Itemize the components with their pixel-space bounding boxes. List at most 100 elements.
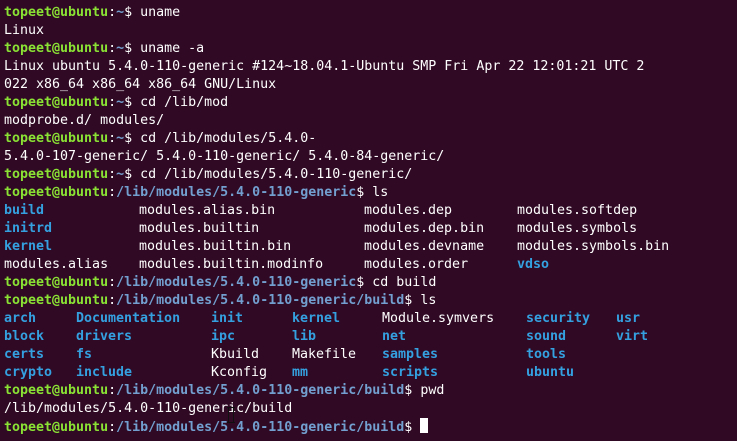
prompt-line: topeet@ubuntu:/lib/modules/5.4.0-110-gen… [4,418,737,436]
prompt-colon: : [108,95,117,110]
ls-row: modules.alias modules.builtin.modinfo modu… [4,256,737,274]
ls-directory-entry: tools [526,347,567,362]
ls-file-entry: modules.softdep [517,203,638,218]
ls-directory-entry [616,364,706,382]
prompt-line: topeet@ubuntu:~$ uname -a [4,40,737,58]
ls-file-entry: Module.symvers [382,311,495,326]
command-text: uname -a [140,41,205,56]
prompt-user-host: topeet@ubuntu [4,95,109,110]
ls-file-entry: Makefile [292,347,357,362]
ls-directory-entry: vdso [517,257,550,272]
ls-file-entry: modules.order [364,257,469,272]
ls-directory-entry: net [382,329,407,344]
output-line: 5.4.0-107-generic/ 5.4.0-110-generic/ 5.… [4,148,737,166]
prompt-line: topeet@ubuntu:/lib/modules/5.4.0-110-gen… [4,382,737,400]
command-text: pwd [420,383,445,398]
ls-directory-entry: initrd [4,221,53,236]
prompt-user-host: topeet@ubuntu [4,383,109,398]
prompt-dollar: $ [124,41,141,56]
prompt-line: topeet@ubuntu:/lib/modules/5.4.0-110-gen… [4,184,737,202]
ls-file-entry: modules.devname [364,239,485,254]
prompt-path: /lib/modules/5.4.0-110-generic/build [116,383,405,398]
output-text: Linux [4,23,45,38]
prompt-dollar: $ [404,383,421,398]
prompt-colon: : [108,5,117,20]
ls-file-entry: modules.alias [4,257,109,272]
ls-directory-entry: usr [616,311,641,326]
output-text: Linux ubuntu 5.4.0-110-generic #124~18.0… [4,59,645,74]
prompt-user-host: topeet@ubuntu [4,420,109,435]
prompt-colon: : [108,167,117,182]
prompt-colon: : [108,41,117,56]
ls-directory-entry: sound [526,329,567,344]
prompt-path: /lib/modules/5.4.0-110-generic/build [116,293,405,308]
command-text: cd /lib/modules/5.4.0-110-generic/ [140,167,413,182]
output-line: /lib/modules/5.4.0-110-generic/build [4,400,737,418]
output-line: Linux ubuntu 5.4.0-110-generic #124~18.0… [4,58,737,76]
prompt-line: topeet@ubuntu:~$ cd /lib/mod [4,94,737,112]
output-text: 5.4.0-107-generic/ 5.4.0-110-generic/ 5.… [4,149,445,164]
prompt-line: topeet@ubuntu:~$ uname [4,4,737,22]
prompt-user-host: topeet@ubuntu [4,167,109,182]
command-text: uname [140,5,181,20]
ls-directory-entry: certs [4,347,45,362]
mouse-ibeam-cursor [227,407,235,423]
ls-file-entry: Kbuild [211,347,260,362]
prompt-colon: : [108,420,117,435]
prompt-user-host: topeet@ubuntu [4,293,109,308]
prompt-path: ~ [116,167,125,182]
ls-file-entry: modules.symbols.bin [517,239,670,254]
prompt-colon: : [108,275,117,290]
ls-file-entry: modules.builtin [139,221,260,236]
prompt-line: topeet@ubuntu:/lib/modules/5.4.0-110-gen… [4,274,737,292]
prompt-path: ~ [116,131,125,146]
prompt-dollar: $ [124,167,141,182]
prompt-line: topeet@ubuntu:~$ cd /lib/modules/5.4.0- [4,130,737,148]
ls-directory-entry: Documentation [76,311,181,326]
ls-file-entry: Kconfig [211,365,268,380]
prompt-line: topeet@ubuntu:/lib/modules/5.4.0-110-gen… [4,292,737,310]
prompt-path: /lib/modules/5.4.0-110-generic [116,275,357,290]
command-text: ls [372,185,389,200]
ls-directory-entry: kernel [292,311,341,326]
output-line: 022 x86_64 x86_64 x86_64 GNU/Linux [4,76,737,94]
prompt-colon: : [108,131,117,146]
ls-directory-entry: mm [292,365,309,380]
ls-directory-entry: ubuntu [526,365,575,380]
ls-directory-entry: samples [382,347,439,362]
ls-file-entry: modules.symbols [517,221,638,236]
prompt-dollar: $ [404,293,421,308]
prompt-line: topeet@ubuntu:~$ cd /lib/modules/5.4.0-1… [4,166,737,184]
ls-directory-entry [616,346,706,364]
terminal-window[interactable]: topeet@ubuntu:~$ uname Linux topeet@ubuntu… [0,0,737,441]
ls-directory-entry: lib [292,329,317,344]
output-text: modprobe.d/ modules/ [4,113,165,128]
text-cursor [420,418,429,433]
ls-directory-entry: build [4,203,45,218]
prompt-dollar: $ [124,95,141,110]
command-text: ls [420,293,437,308]
prompt-path: /lib/modules/5.4.0-110-generic/build [116,420,405,435]
ls-file-entry: modules.dep.bin [364,221,485,236]
prompt-user-host: topeet@ubuntu [4,41,109,56]
ls-directory-entry: kernel [4,239,53,254]
ls-row: kernel modules.builtin.bin modules.devname… [4,238,737,256]
output-line: modprobe.d/ modules/ [4,112,737,130]
prompt-user-host: topeet@ubuntu [4,185,109,200]
output-text: /lib/modules/5.4.0-110-generic/build [4,401,293,416]
ls-directory-entry: crypto [4,365,53,380]
ls-directory-entry: include [76,365,133,380]
prompt-path: ~ [116,5,125,20]
prompt-dollar: $ [356,185,373,200]
ls-directory-entry: scripts [382,365,439,380]
command-text: cd build [372,275,437,290]
ls-file-entry: modules.alias.bin [139,203,276,218]
prompt-path: ~ [116,95,125,110]
output-line: Linux [4,22,737,40]
output-text: 022 x86_64 x86_64 x86_64 GNU/Linux [4,77,277,92]
ls-file-entry: modules.builtin.modinfo [139,257,324,272]
prompt-dollar: $ [404,420,421,435]
ls-directory-entry: fs [76,347,93,362]
prompt-dollar: $ [356,275,373,290]
ls-row: block drivers ipc lib net sound virt [4,328,737,346]
